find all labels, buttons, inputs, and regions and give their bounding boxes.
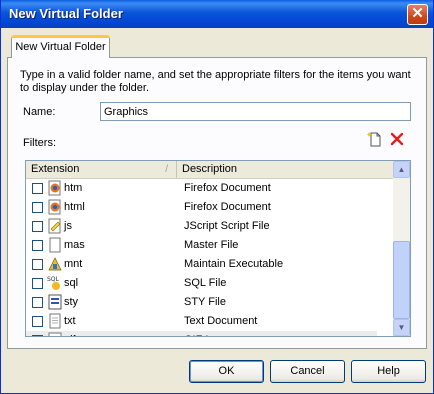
- row-description: Firefox Document: [184, 182, 271, 194]
- row-extension: sty: [64, 296, 79, 308]
- instructions-text: Type in a valid folder name, and set the…: [20, 69, 411, 94]
- close-button[interactable]: ✕: [407, 4, 428, 25]
- row-description: JScript Script File: [184, 220, 270, 232]
- filter-checkbox[interactable]: [32, 183, 43, 194]
- delete-filter-icon[interactable]: [389, 131, 405, 147]
- list-item[interactable]: js JScript Script File: [26, 217, 393, 236]
- cancel-button[interactable]: Cancel: [270, 360, 345, 383]
- filters-label: Filters:: [23, 137, 56, 149]
- scroll-up-button[interactable]: ▲: [393, 161, 410, 178]
- folder-name-input[interactable]: [100, 102, 411, 121]
- filter-checkbox[interactable]: [32, 297, 43, 308]
- row-description: Maintain Executable: [184, 258, 284, 270]
- row-extension: htm: [64, 182, 83, 194]
- new-filter-icon[interactable]: [367, 131, 383, 147]
- list-item[interactable]: htm Firefox Document: [26, 179, 393, 198]
- list-item[interactable]: mnt Maintain Executable: [26, 255, 393, 274]
- column-header-description-label: Description: [182, 163, 238, 175]
- list-item[interactable]: sty STY File: [26, 293, 393, 312]
- scroll-down-button[interactable]: ▼: [393, 319, 410, 336]
- row-description: GIF Image: [184, 334, 236, 336]
- row-extension: js: [64, 220, 72, 232]
- maintain-executable-icon: [48, 257, 62, 271]
- firefox-document-icon: [48, 199, 61, 215]
- close-icon: ✕: [411, 5, 424, 22]
- row-description: SQL File: [184, 277, 227, 289]
- window-title: New Virtual Folder: [9, 6, 123, 21]
- row-description: Text Document: [184, 315, 258, 327]
- tab-new-virtual-folder[interactable]: New Virtual Folder: [11, 36, 110, 58]
- title-bar[interactable]: New Virtual Folder ✕: [1, 0, 433, 28]
- row-extension: mnt: [64, 258, 83, 270]
- row-extension: sql: [64, 277, 79, 289]
- column-header-description[interactable]: Description: [177, 161, 393, 178]
- row-extension: html: [64, 201, 85, 213]
- script-file-icon: [48, 218, 61, 234]
- filters-list[interactable]: Extension / Description htm Firefox Docum…: [25, 160, 411, 337]
- filter-checkbox[interactable]: [32, 221, 43, 232]
- gif-image-icon: [48, 332, 62, 336]
- list-item[interactable]: html Firefox Document: [26, 198, 393, 217]
- list-item[interactable]: SQL sql SQL File: [26, 274, 393, 293]
- row-description: Master File: [184, 239, 239, 251]
- dialog-window: New Virtual Folder ✕ New Virtual Folder …: [0, 0, 434, 394]
- sort-indicator-icon: /: [165, 164, 168, 175]
- firefox-document-icon: [48, 180, 61, 196]
- row-extension: gif: [64, 334, 76, 336]
- sty-file-icon: [48, 294, 62, 310]
- text-document-icon: [49, 313, 61, 329]
- filter-checkbox[interactable]: [32, 240, 43, 251]
- row-extension: txt: [64, 315, 76, 327]
- list-item[interactable]: txt Text Document: [26, 312, 393, 331]
- filter-checkbox[interactable]: ✓: [32, 335, 43, 336]
- vertical-scrollbar[interactable]: ▲ ▼: [393, 161, 410, 336]
- column-header-extension[interactable]: Extension /: [26, 161, 177, 178]
- sql-file-icon: SQL: [47, 276, 60, 290]
- generic-file-icon: [49, 237, 61, 253]
- list-item[interactable]: ✓ gif GIF Image: [26, 331, 393, 336]
- row-description: STY File: [184, 296, 226, 308]
- help-button[interactable]: Help: [351, 360, 426, 383]
- filter-checkbox[interactable]: [32, 259, 43, 270]
- filter-checkbox[interactable]: [32, 202, 43, 213]
- scroll-thumb[interactable]: [393, 241, 410, 319]
- list-item[interactable]: mas Master File: [26, 236, 393, 255]
- column-header-extension-label: Extension: [31, 163, 80, 175]
- filter-checkbox[interactable]: [32, 278, 43, 289]
- row-description: Firefox Document: [184, 201, 271, 213]
- name-label: Name:: [23, 106, 56, 118]
- list-header: Extension / Description: [26, 161, 393, 179]
- svg-text:SQL: SQL: [47, 276, 60, 283]
- filter-checkbox[interactable]: [32, 316, 43, 327]
- ok-button[interactable]: OK: [189, 360, 264, 383]
- row-extension: mas: [64, 239, 85, 251]
- tab-highlight: [11, 35, 110, 38]
